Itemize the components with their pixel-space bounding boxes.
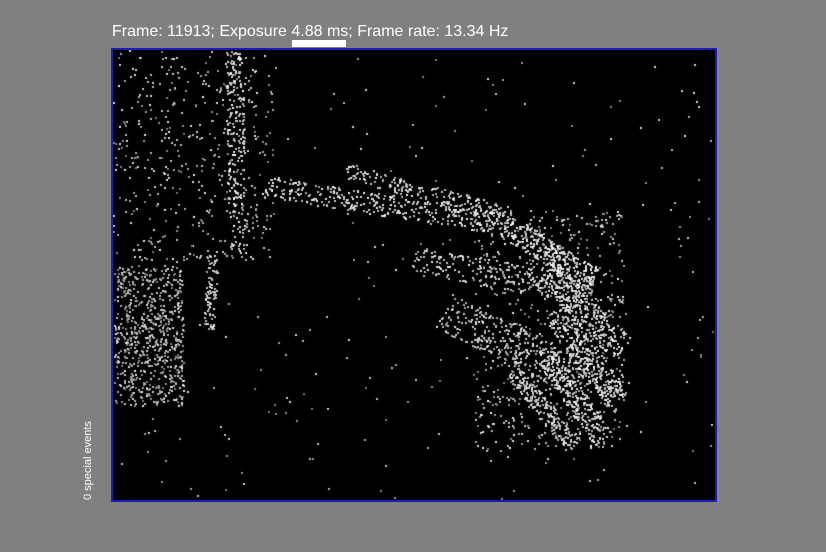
frame-value: 11913; xyxy=(167,23,215,40)
exposure-label: Exposure xyxy=(219,23,287,40)
event-frame-viewer[interactable] xyxy=(111,48,717,502)
frame-label: Frame: xyxy=(112,23,163,40)
event-camera-viewer-window: Frame: 11913; Exposure 4.88 ms; Frame ra… xyxy=(0,0,826,552)
event-frame-canvas xyxy=(113,50,715,500)
frame-rate-value: 13.34 Hz xyxy=(444,23,509,40)
special-events-label: 0 special events xyxy=(82,421,94,500)
exposure-value: 4.88 ms; xyxy=(291,23,353,40)
exposure-highlight-marker xyxy=(292,40,346,47)
frame-rate-label: Frame rate: xyxy=(357,23,440,40)
